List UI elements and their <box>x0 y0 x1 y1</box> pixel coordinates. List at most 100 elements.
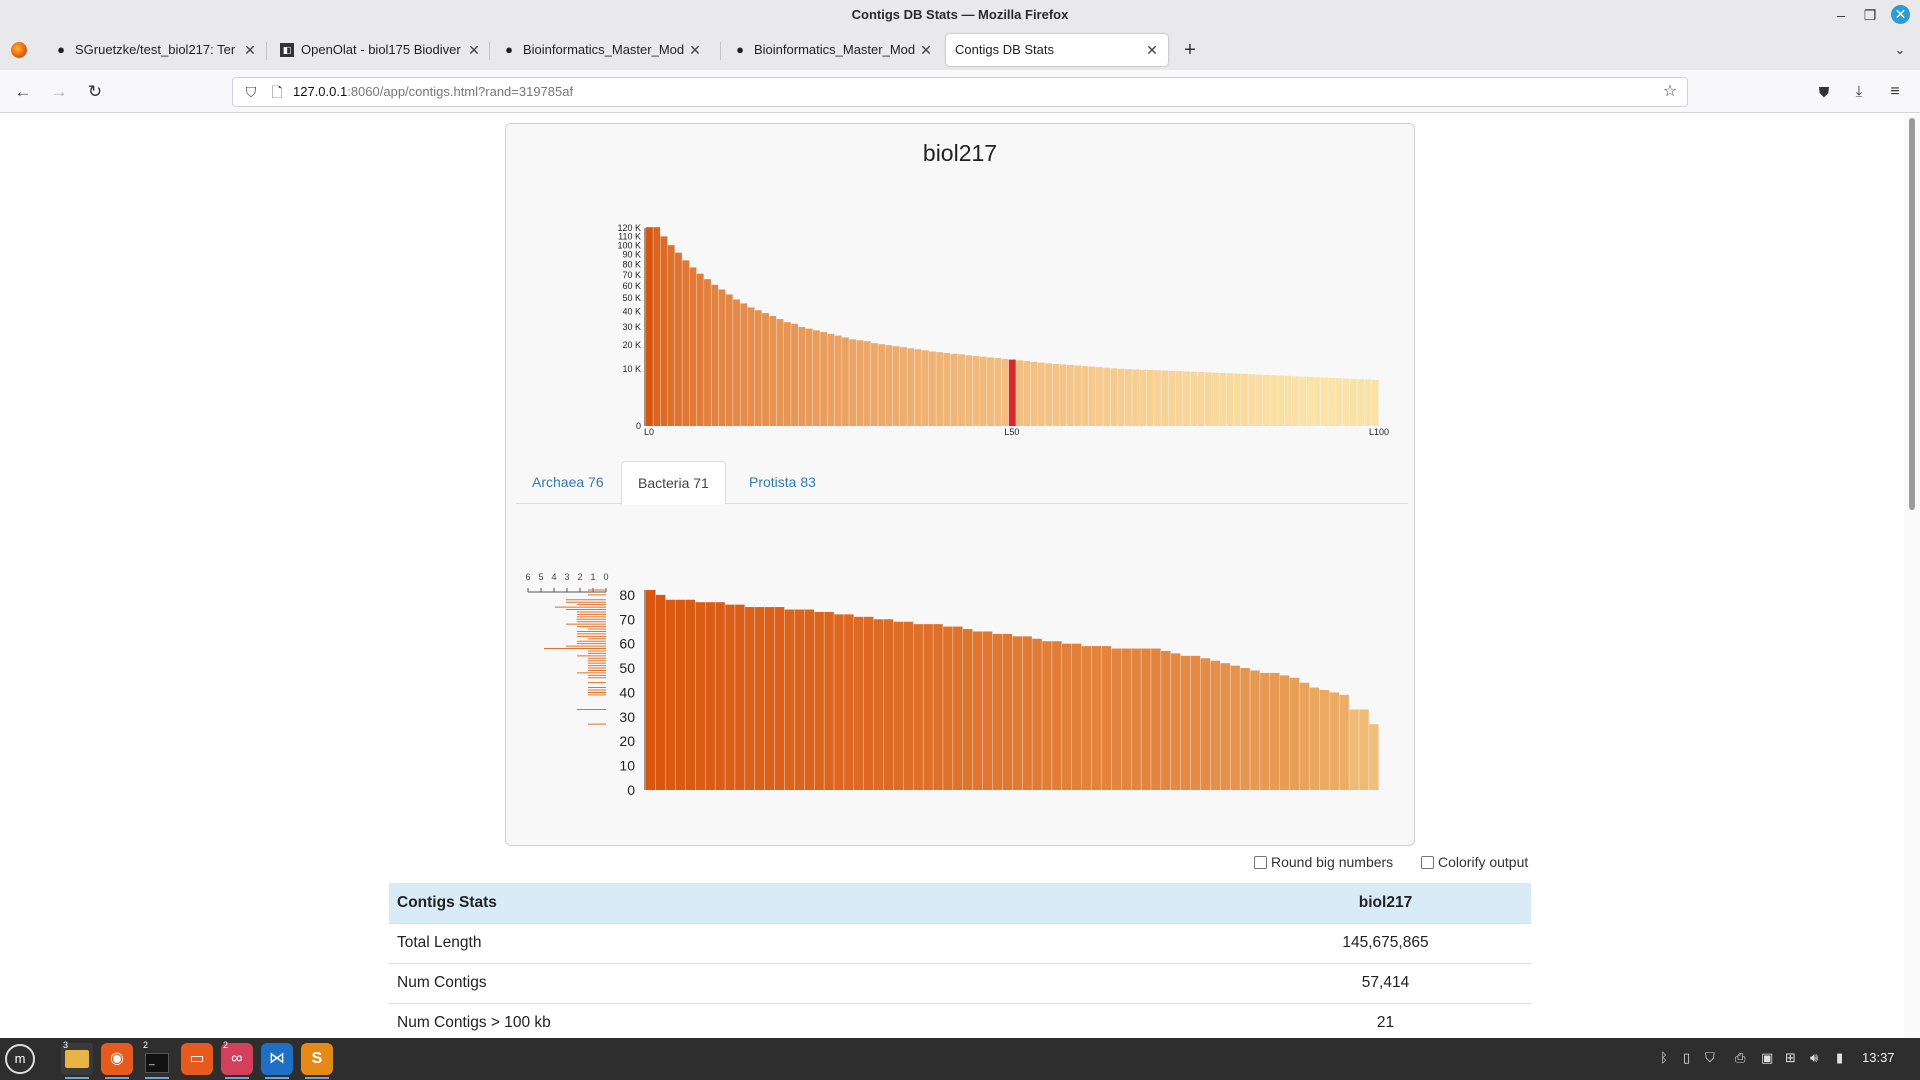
length-bar <box>1037 362 1045 426</box>
round-numbers-label: Round big numbers <box>1271 854 1394 870</box>
length-bar <box>740 303 748 426</box>
length-bar <box>914 349 922 426</box>
length-bar <box>1016 360 1023 426</box>
close-tab-icon[interactable]: ✕ <box>687 34 703 66</box>
completion-bar <box>1151 648 1161 790</box>
round-numbers-option[interactable]: Round big numbers <box>1254 854 1393 870</box>
tab-protista[interactable]: Protista 83 <box>733 461 832 504</box>
completion-bar <box>854 616 864 790</box>
length-bar <box>1132 369 1140 426</box>
table-row: Total Length 145,675,865 <box>389 922 1531 963</box>
firefox-taskbar-icon[interactable]: ◉ <box>101 1043 133 1079</box>
firefox-menu-icon[interactable] <box>11 42 27 58</box>
length-bar <box>1277 375 1285 426</box>
completion-bar <box>1299 682 1310 790</box>
y-tick-label: 10 <box>619 758 635 774</box>
url-bar[interactable]: ⛉ 🗋 127.0.0.1:8060/app/contigs.html?rand… <box>232 77 1688 107</box>
tab-github-bioinf-1[interactable]: ● Bioinformatics_Master_Mod ✕ <box>493 34 705 66</box>
length-bar <box>921 350 929 426</box>
histogram-tick-label: 3 <box>564 572 569 582</box>
length-bar <box>936 352 944 426</box>
terminal-icon[interactable]: 2 _ <box>141 1040 173 1079</box>
network-icon[interactable]: ⊞ <box>1785 1050 1796 1066</box>
completion-bar <box>903 621 914 790</box>
length-bar <box>958 354 965 426</box>
page-scrollbar[interactable] <box>1904 114 1920 1038</box>
files-icon[interactable]: 3 <box>61 1040 93 1079</box>
length-bar <box>762 313 769 426</box>
printer-icon[interactable]: ⎙ <box>1735 1050 1745 1066</box>
completion-bar <box>972 631 983 790</box>
tab-github-bioinf-2[interactable]: ● Bioinformatics_Master_Mod ✕ <box>724 34 936 66</box>
completion-bar <box>1032 638 1042 790</box>
colorify-option[interactable]: Colorify output <box>1421 854 1528 870</box>
tab-openolat[interactable]: ◧ OpenOlat - biol175 Biodiver ✕ <box>271 34 484 66</box>
tab-label: SGruetzke/test_biol217: Ter <box>75 42 236 57</box>
completion-bar <box>735 604 745 790</box>
minimize-icon[interactable]: – <box>1829 3 1853 27</box>
length-bar <box>1161 370 1169 426</box>
maximize-icon[interactable]: ❐ <box>1858 3 1882 27</box>
github-icon: ● <box>505 42 513 57</box>
length-bar <box>1008 359 1016 426</box>
length-bar <box>1088 366 1096 426</box>
round-numbers-checkbox[interactable] <box>1254 856 1267 869</box>
completion-bar <box>1200 658 1211 790</box>
clipboard-icon[interactable]: ▯ <box>1683 1050 1690 1066</box>
tab-archaea[interactable]: Archaea 76 <box>516 461 620 504</box>
completion-chart: 807060504030201006 5 4 3 2 1 0 <box>525 572 1379 798</box>
mint-menu-icon[interactable]: m <box>5 1044 35 1074</box>
length-bar <box>841 337 849 426</box>
completion-bar <box>1250 670 1260 790</box>
close-tab-icon[interactable]: ✕ <box>1144 34 1160 66</box>
list-tabs-icon[interactable]: ⌄ <box>1888 38 1912 62</box>
completion-bar <box>814 611 824 790</box>
bookmark-star-icon[interactable]: ☆ <box>1659 78 1681 106</box>
length-bar <box>1204 372 1212 426</box>
completion-bar <box>834 614 844 790</box>
tab-bacteria[interactable]: Bacteria 71 <box>621 461 726 505</box>
pocket-icon[interactable]: ⛊ <box>1810 78 1838 106</box>
presentation-icon[interactable]: ▭ <box>181 1043 213 1075</box>
volume-icon[interactable]: 🔊︎ <box>1810 1050 1818 1066</box>
header-db-name: biol217 <box>1240 883 1531 923</box>
close-window-icon[interactable]: ✕ <box>1891 5 1910 24</box>
length-bar <box>805 328 813 426</box>
length-bar <box>667 245 675 426</box>
close-tab-icon[interactable]: ✕ <box>918 34 934 66</box>
completion-bar <box>943 626 953 790</box>
length-bar <box>646 227 653 426</box>
shield-icon[interactable]: ⛉ <box>240 78 262 106</box>
bluetooth-icon[interactable]: ᛒ <box>1660 1050 1668 1065</box>
completion-bar <box>1319 690 1330 790</box>
length-bar <box>972 355 980 426</box>
completion-bar <box>1022 636 1032 790</box>
sublime-icon[interactable]: S <box>301 1043 333 1079</box>
downloads-icon[interactable]: ⤓ <box>1845 78 1873 106</box>
colorify-checkbox[interactable] <box>1421 856 1434 869</box>
close-tab-icon[interactable]: ✕ <box>242 34 258 66</box>
update-shield-icon[interactable]: ⛉ <box>1705 1050 1715 1066</box>
scrollbar-thumb[interactable] <box>1909 118 1915 510</box>
reload-icon[interactable]: ↻ <box>81 78 109 106</box>
vscode-icon[interactable]: ⋈ <box>261 1043 293 1079</box>
battery-icon[interactable]: ▮ <box>1836 1050 1843 1066</box>
close-tab-icon[interactable]: ✕ <box>466 34 482 66</box>
length-bar <box>791 323 799 426</box>
table-row: Num Contigs > 100 kb 21 <box>389 1002 1531 1038</box>
length-bar <box>1081 366 1089 426</box>
length-bar <box>1023 361 1031 426</box>
glasses-app-icon[interactable]: 2 ∞ <box>221 1040 253 1079</box>
clock[interactable]: 13:37 <box>1862 1050 1895 1065</box>
completion-bar <box>1161 650 1171 790</box>
length-bar <box>798 327 806 426</box>
keyboard-icon[interactable]: ▣ <box>1761 1050 1773 1066</box>
forward-icon[interactable]: → <box>45 78 73 106</box>
tab-github-test[interactable]: ● SGruetzke/test_biol217: Ter ✕ <box>45 34 260 66</box>
back-icon[interactable]: ← <box>9 78 37 106</box>
new-tab-icon[interactable]: + <box>1178 38 1202 62</box>
page-info-icon[interactable]: 🗋 <box>266 78 288 106</box>
completion-bar <box>1121 648 1131 790</box>
app-menu-icon[interactable]: ≡ <box>1881 78 1909 106</box>
tab-contigs-db-stats[interactable]: Contigs DB Stats ✕ <box>946 34 1168 66</box>
